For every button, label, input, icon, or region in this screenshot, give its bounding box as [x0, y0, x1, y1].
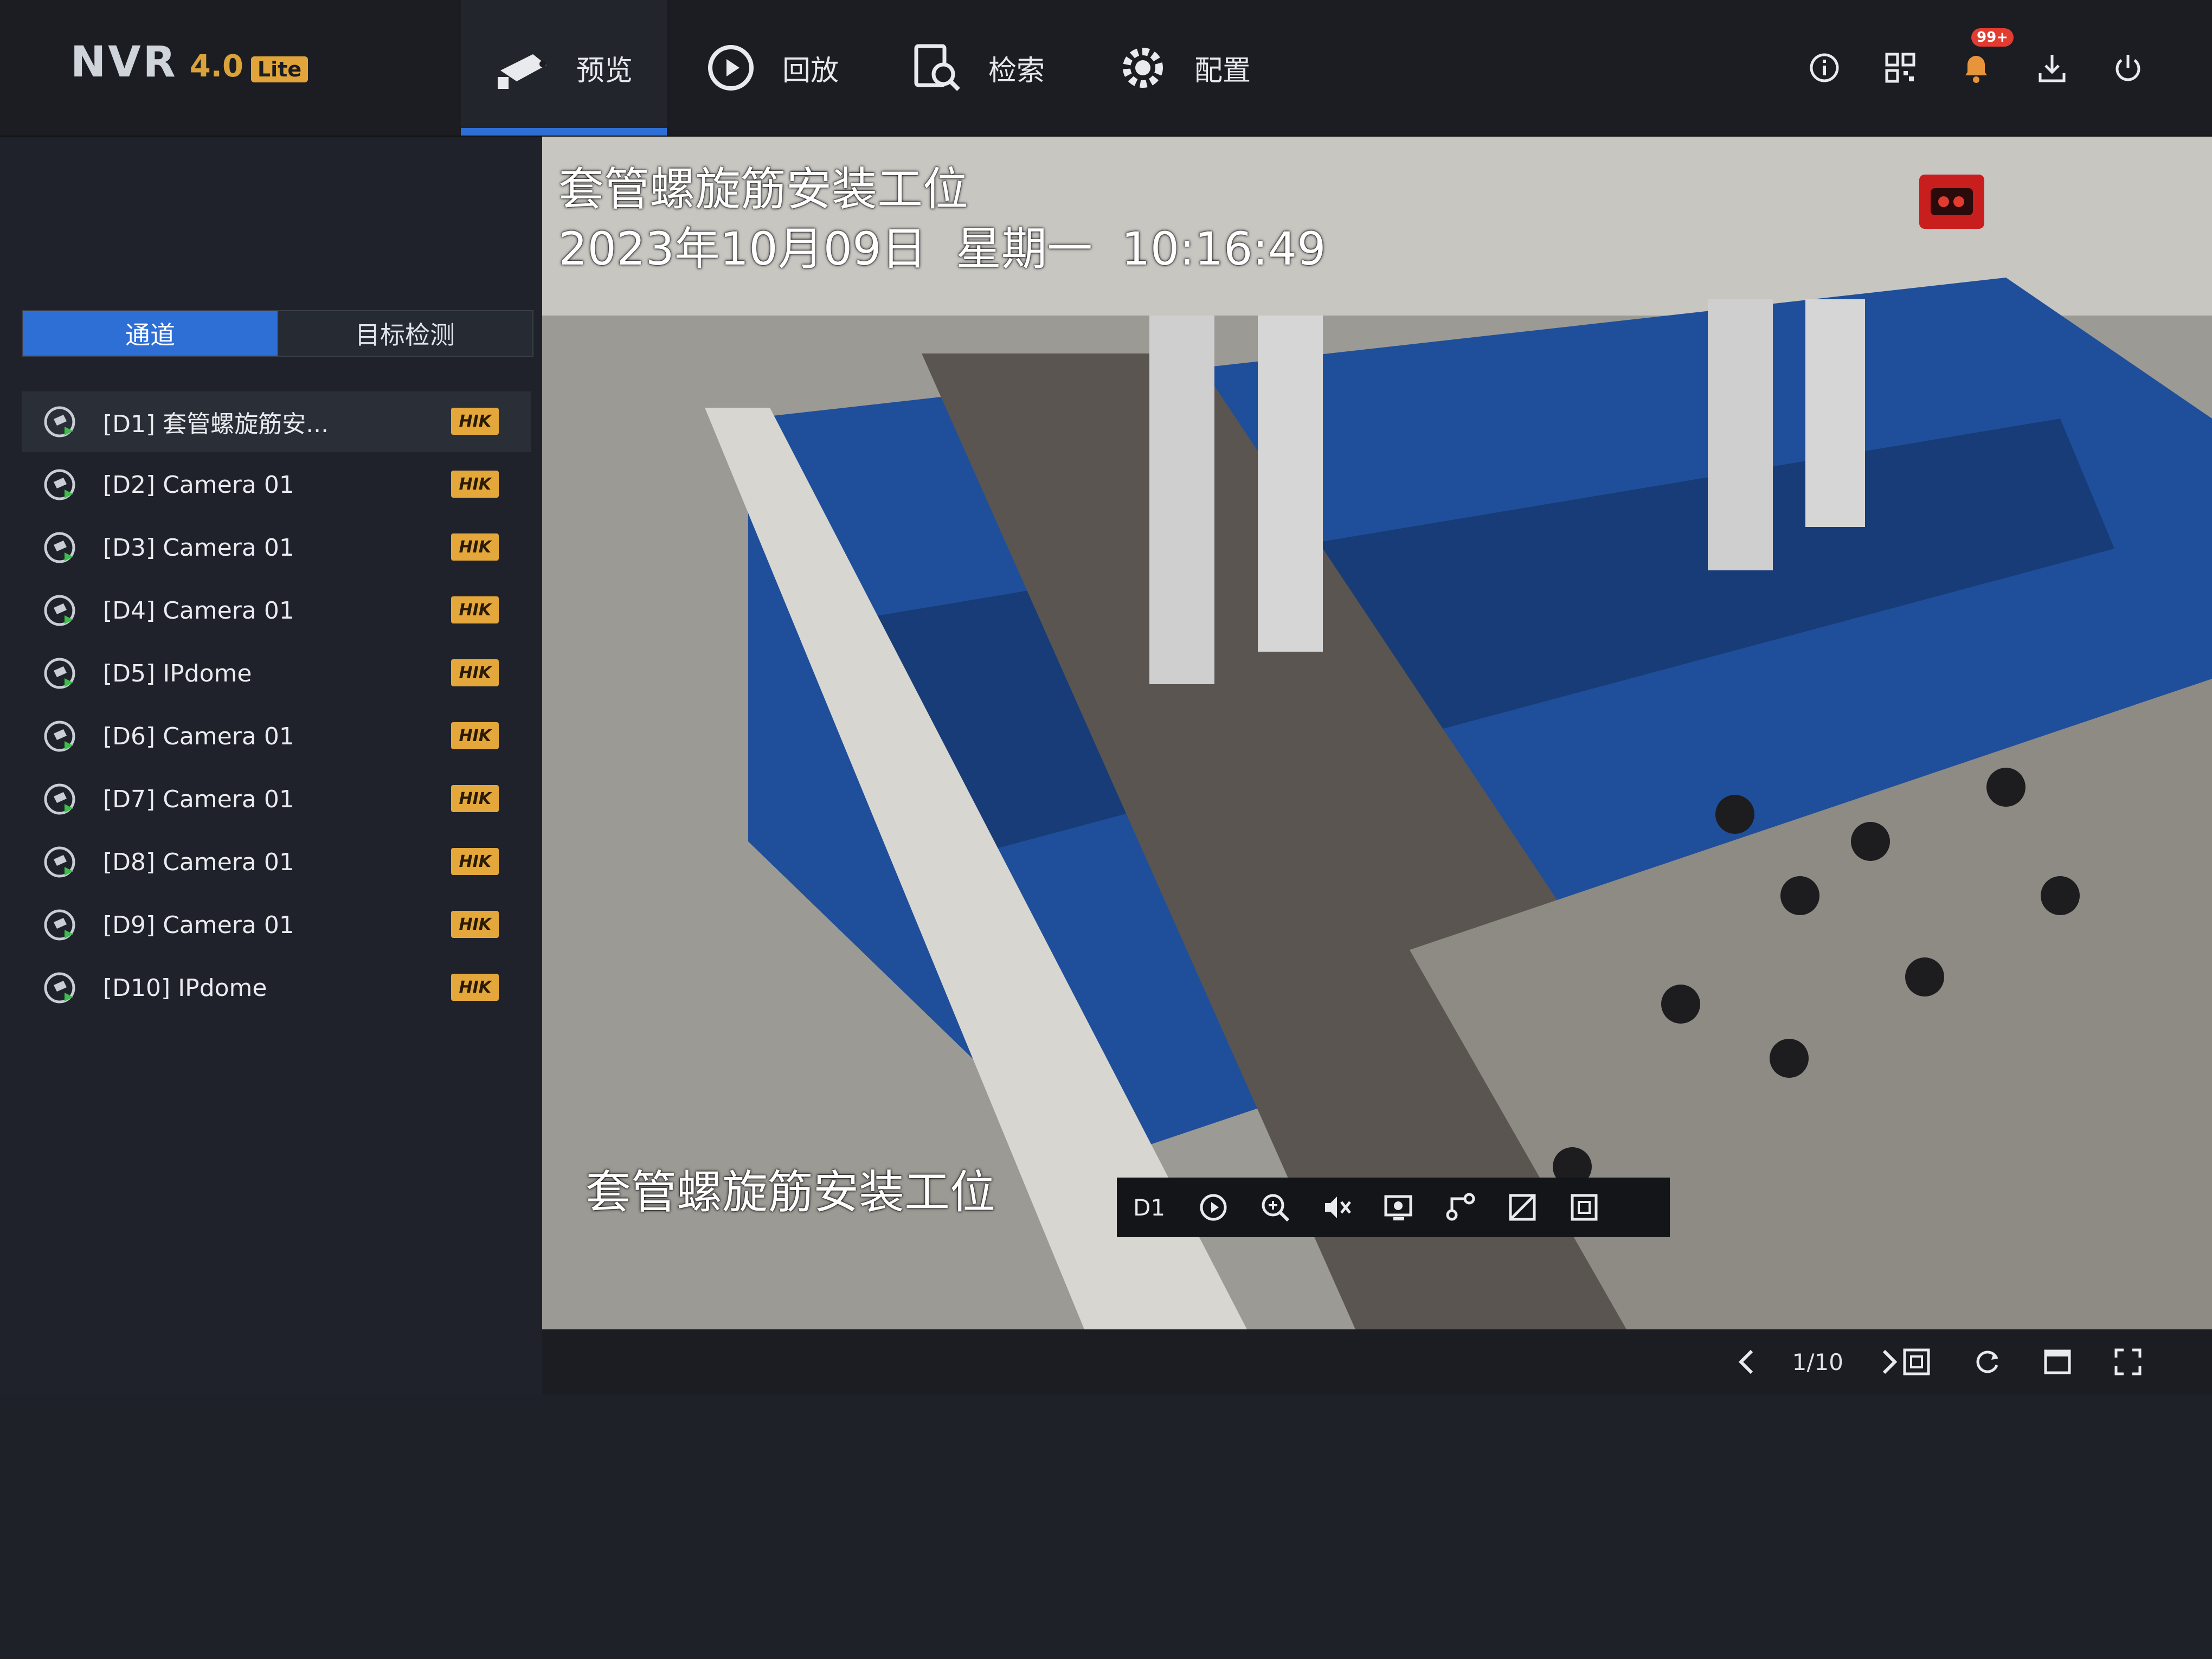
menu-search-label: 检索: [988, 54, 1045, 87]
channel-camera-icon: [38, 715, 81, 758]
download-icon[interactable]: [2033, 49, 2071, 87]
channel-camera-icon: [38, 400, 81, 443]
prev-page-icon[interactable]: [1727, 1343, 1765, 1381]
channel-item-d7[interactable]: [D7] Camera 01 HIK: [22, 769, 531, 829]
mute-icon[interactable]: [1318, 1188, 1356, 1226]
camera-feed-image: [542, 137, 2212, 1329]
hik-badge: HIK: [451, 785, 499, 812]
bottom-bar: 1/10: [542, 1329, 2212, 1394]
fullscreen-window-icon[interactable]: [1565, 1188, 1603, 1226]
channel-camera-icon: [38, 526, 81, 569]
refresh-icon[interactable]: [1968, 1343, 2006, 1381]
hik-badge: HIK: [451, 911, 499, 938]
menu-preview-label: 预览: [576, 54, 633, 87]
channel-camera-icon: [38, 966, 81, 1009]
hik-badge: HIK: [451, 848, 499, 875]
channel-label: [D6] Camera 01: [103, 722, 294, 750]
osd-datetime: 2023年10月09日 星期一 10:16:49: [558, 222, 1326, 275]
menu-playback-label: 回放: [782, 54, 839, 87]
channel-item-d8[interactable]: [D8] Camera 01 HIK: [22, 832, 531, 892]
app-logo: NVR 4.0 Lite: [70, 38, 308, 98]
nvr-app: NVR 4.0 Lite 预览 回放 检索 配置 99+ 通道 目标检测 [D1…: [0, 0, 2212, 1659]
layout-icon[interactable]: [1898, 1343, 1935, 1381]
menu-config-label: 配置: [1194, 54, 1251, 87]
video-window[interactable]: 套管螺旋筋安装工位 2023年10月09日 星期一 10:16:49 套管螺旋筋…: [542, 137, 2212, 1329]
video-toolbar: D1: [1117, 1178, 1670, 1237]
single-window-icon[interactable]: [2039, 1343, 2076, 1381]
channel-label: [D4] Camera 01: [103, 596, 294, 625]
menu-config[interactable]: 配置: [1079, 0, 1285, 136]
channel-label: [D5] IPdome: [103, 659, 252, 687]
qrcode-icon[interactable]: [1881, 49, 1919, 87]
gear-icon: [1113, 38, 1173, 98]
camera-icon: [495, 38, 555, 98]
empty-area: [0, 1394, 2212, 1659]
top-bar: NVR 4.0 Lite 预览 回放 检索 配置 99+: [0, 0, 2212, 137]
hik-badge: HIK: [451, 974, 499, 1001]
channel-item-d9[interactable]: [D9] Camera 01 HIK: [22, 895, 531, 955]
main-menu: 预览 回放 检索 配置: [461, 0, 1285, 136]
zoom-icon[interactable]: [1256, 1188, 1294, 1226]
channel-item-d5[interactable]: [D5] IPdome HIK: [22, 643, 531, 704]
top-tools: 99+: [1805, 28, 2147, 98]
hik-badge: HIK: [451, 596, 499, 623]
osd-title: 套管螺旋筋安装工位: [558, 163, 969, 216]
channel-camera-icon: [38, 903, 81, 947]
channel-item-d4[interactable]: [D4] Camera 01 HIK: [22, 580, 531, 641]
channel-camera-icon: [38, 463, 81, 506]
logo-version: 4.0: [189, 49, 243, 84]
channel-item-d3[interactable]: [D3] Camera 01 HIK: [22, 517, 531, 578]
bell-icon[interactable]: 99+: [1957, 28, 2014, 87]
hik-badge: HIK: [451, 659, 499, 686]
tab-target-detection[interactable]: 目标检测: [278, 311, 532, 356]
info-icon[interactable]: [1805, 49, 1843, 87]
notification-badge: 99+: [1971, 28, 2014, 47]
channel-label: [D9] Camera 01: [103, 911, 294, 939]
tab-channels[interactable]: 通道: [23, 311, 278, 356]
channel-label: [D10] IPdome: [103, 974, 267, 1002]
menu-search[interactable]: 检索: [873, 0, 1079, 136]
page-indicator: 1/10: [1792, 1348, 1843, 1375]
channel-camera-icon: [38, 840, 81, 884]
video-channel-label: D1: [1133, 1194, 1166, 1221]
channel-camera-icon: [38, 589, 81, 632]
channel-label: [D2] Camera 01: [103, 471, 294, 499]
playback-icon: [701, 38, 761, 98]
recording-icon: [1919, 175, 1984, 229]
layout-tools: [1898, 1340, 2147, 1384]
hik-badge: HIK: [451, 722, 499, 749]
channel-camera-icon: [38, 652, 81, 695]
ptz-icon[interactable]: [1442, 1188, 1480, 1226]
logo-edition: Lite: [250, 56, 308, 82]
logo-text: NVR: [70, 38, 178, 87]
hik-badge: HIK: [451, 471, 499, 498]
menu-playback[interactable]: 回放: [667, 0, 873, 136]
instant-playback-icon[interactable]: [1194, 1188, 1232, 1226]
fullscreen-icon[interactable]: [2109, 1343, 2147, 1381]
stream-icon[interactable]: [1503, 1188, 1541, 1226]
search-icon: [907, 38, 967, 98]
hik-badge: HIK: [451, 533, 499, 561]
menu-preview[interactable]: 预览: [461, 0, 667, 136]
channel-item-d10[interactable]: [D10] IPdome HIK: [22, 957, 531, 1018]
page-navigator: 1/10: [1727, 1340, 1908, 1384]
hik-badge: HIK: [451, 408, 499, 435]
capture-icon[interactable]: [1380, 1188, 1418, 1226]
channel-camera-icon: [38, 777, 81, 821]
power-icon[interactable]: [2109, 49, 2147, 87]
channel-item-d6[interactable]: [D6] Camera 01 HIK: [22, 706, 531, 767]
channel-label: [D3] Camera 01: [103, 533, 294, 562]
channel-item-d1[interactable]: [D1] 套管螺旋筋安... HIK: [22, 391, 531, 452]
panel-tabs: 通道 目标检测: [22, 310, 533, 357]
osd-bottom-label: 套管螺旋筋安装工位: [586, 1166, 996, 1219]
channel-label: [D8] Camera 01: [103, 848, 294, 876]
channel-item-d2[interactable]: [D2] Camera 01 HIK: [22, 454, 531, 515]
channel-label: [D7] Camera 01: [103, 785, 294, 813]
channel-label: [D1] 套管螺旋筋安...: [103, 410, 329, 438]
channel-list: [D1] 套管螺旋筋安... HIK [D2] Camera 01 HIK [D…: [22, 391, 531, 1020]
